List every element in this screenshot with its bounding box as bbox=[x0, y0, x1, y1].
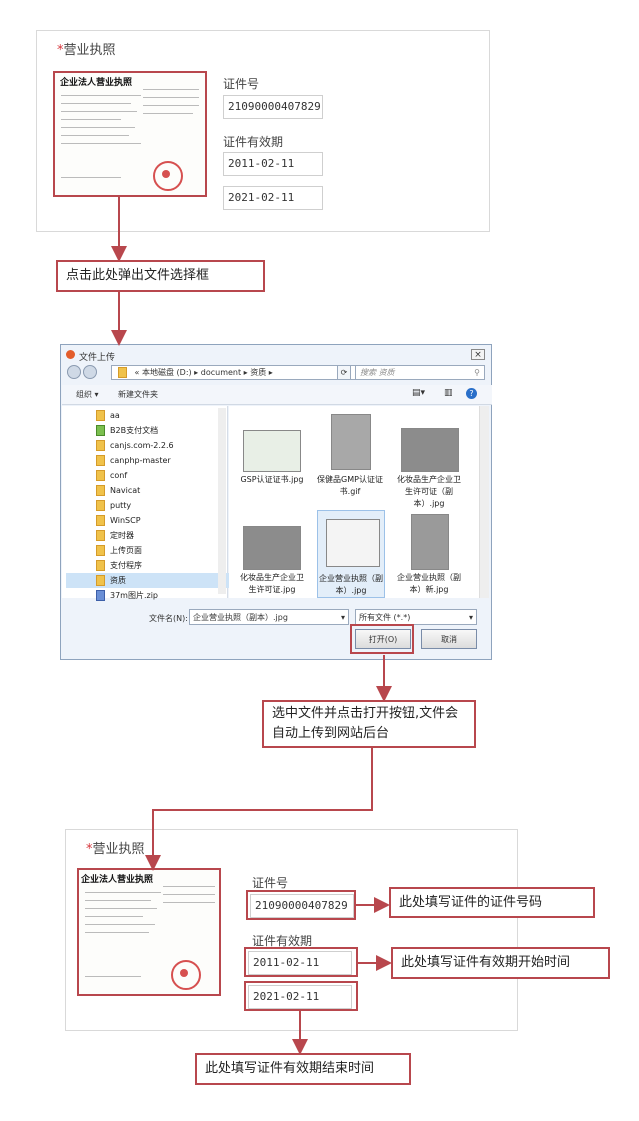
connector-arrows bbox=[111, 196, 392, 1055]
arrow-to-bottom-panel bbox=[145, 748, 373, 871]
